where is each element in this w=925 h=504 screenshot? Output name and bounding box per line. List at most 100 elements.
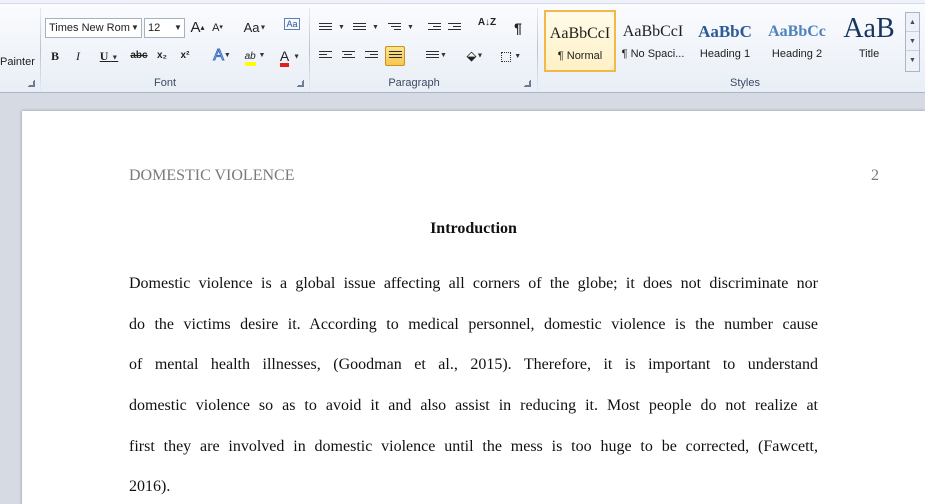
shading-button[interactable]: ⬙▼ bbox=[460, 46, 490, 66]
paragraph-line: first they are involved in domestic viol… bbox=[129, 438, 818, 455]
clipboard-dialog-launcher[interactable] bbox=[28, 80, 35, 87]
multilevel-list-button[interactable]: ▼ bbox=[385, 18, 415, 38]
style-preview: AaBbCcI bbox=[622, 23, 684, 40]
bold-label: B bbox=[50, 49, 59, 63]
border-icon bbox=[500, 51, 511, 62]
italic-label: I bbox=[76, 49, 80, 63]
show-formatting-marks-button[interactable]: ¶ bbox=[510, 18, 526, 38]
scroll-up-icon[interactable]: ▲ bbox=[906, 13, 919, 32]
paragraph-dialog-launcher[interactable] bbox=[524, 80, 531, 87]
group-separator bbox=[537, 8, 538, 92]
clear-formatting-icon: Aa bbox=[284, 18, 300, 30]
more-styles-icon[interactable]: ▼ bbox=[906, 51, 919, 70]
style-name: ¶ No Spaci... bbox=[621, 48, 685, 60]
paint-bucket-icon: ⬙ bbox=[466, 48, 477, 63]
paragraph-line: of mental health illnesses, (Goodman et … bbox=[129, 356, 818, 373]
font-group-label: Font bbox=[153, 77, 176, 89]
section-heading: Introduction bbox=[430, 220, 517, 237]
bullets-button[interactable]: ▼ bbox=[316, 18, 346, 38]
bullets-icon bbox=[319, 23, 332, 34]
numbering-button[interactable]: ▼ bbox=[350, 18, 380, 38]
italic-button[interactable]: I bbox=[71, 46, 85, 66]
increase-indent-button[interactable] bbox=[446, 18, 462, 38]
style-heading-1[interactable]: AaBbC Heading 1 bbox=[689, 10, 761, 72]
style-name: ¶ Normal bbox=[557, 50, 603, 62]
numbering-icon bbox=[353, 23, 366, 34]
line-spacing-icon bbox=[426, 51, 439, 62]
chevron-down-icon[interactable]: ▼ bbox=[129, 19, 141, 37]
style-title[interactable]: AaB Title bbox=[833, 10, 905, 72]
borders-button[interactable]: ▼ bbox=[496, 46, 526, 66]
decrease-indent-icon bbox=[428, 23, 441, 34]
font-family-combo[interactable]: Times New Rom ▼ bbox=[45, 18, 142, 38]
style-no-spacing[interactable]: AaBbCcI ¶ No Spaci... bbox=[617, 10, 689, 72]
clear-formatting-button[interactable]: Aa bbox=[283, 16, 301, 36]
style-preview: AaB bbox=[843, 13, 895, 44]
font-color-icon: A bbox=[279, 49, 290, 67]
align-left-icon bbox=[319, 51, 332, 62]
style-name: Heading 1 bbox=[699, 48, 751, 60]
underline-label: U bbox=[99, 49, 109, 63]
font-family-value: Times New Rom bbox=[49, 22, 130, 34]
style-name: Title bbox=[858, 48, 880, 60]
document-area: DOMESTIC VIOLENCE 2 Introduction Domesti… bbox=[0, 94, 925, 504]
scroll-down-icon[interactable]: ▼ bbox=[906, 32, 919, 51]
styles-gallery[interactable]: AaBbCcI ¶ Normal AaBbCcI ¶ No Spaci... A… bbox=[541, 10, 904, 73]
group-separator bbox=[40, 8, 41, 92]
grow-font-button[interactable]: A▴ bbox=[189, 18, 206, 38]
ribbon: Painter Times New Rom ▼ 12 ▼ A▴ A▾ Aa▼ A… bbox=[0, 0, 925, 93]
font-dialog-launcher[interactable] bbox=[297, 80, 304, 87]
document-page[interactable]: DOMESTIC VIOLENCE 2 Introduction Domesti… bbox=[22, 111, 925, 504]
format-painter-label[interactable]: Painter bbox=[0, 56, 35, 68]
align-center-icon bbox=[342, 51, 355, 62]
running-head: DOMESTIC VIOLENCE bbox=[129, 167, 295, 184]
font-size-combo[interactable]: 12 ▼ bbox=[144, 18, 185, 38]
shrink-font-button[interactable]: A▾ bbox=[209, 18, 226, 38]
strikethrough-button[interactable]: abc bbox=[129, 46, 149, 66]
highlight-icon: ab bbox=[244, 50, 256, 66]
text-effects-icon: A bbox=[213, 47, 225, 65]
text-effects-button[interactable]: A▼ bbox=[207, 46, 237, 66]
decrease-indent-button[interactable] bbox=[426, 18, 442, 38]
change-case-button[interactable]: Aa▼ bbox=[241, 18, 269, 38]
style-preview: AaBbCcI bbox=[549, 25, 611, 42]
align-left-button[interactable] bbox=[317, 46, 333, 66]
justify-icon bbox=[389, 51, 402, 62]
chevron-down-icon[interactable]: ▼ bbox=[172, 19, 184, 37]
ribbon-top-strip bbox=[0, 0, 925, 4]
style-preview: AaBbC bbox=[698, 22, 752, 41]
paragraph-line: domestic violence so as to avoid it and … bbox=[129, 397, 818, 414]
styles-group-label: Styles bbox=[730, 77, 760, 89]
subscript-label: x₂ bbox=[156, 50, 167, 61]
paragraph-line: do the victims desire it. According to m… bbox=[129, 316, 818, 333]
style-name: Heading 2 bbox=[771, 48, 823, 60]
align-center-button[interactable] bbox=[340, 46, 356, 66]
superscript-button[interactable]: x² bbox=[177, 46, 193, 66]
line-spacing-button[interactable]: ▼ bbox=[420, 46, 448, 66]
styles-gallery-scroll[interactable]: ▲ ▼ ▼ bbox=[905, 12, 920, 72]
paragraph-line: Domestic violence is a global issue affe… bbox=[129, 275, 818, 292]
align-right-button[interactable] bbox=[363, 46, 379, 66]
highlight-button[interactable]: ab ▼ bbox=[240, 46, 270, 66]
page-number: 2 bbox=[871, 167, 879, 184]
change-case-label: Aa bbox=[243, 20, 260, 35]
group-separator bbox=[309, 8, 310, 92]
increase-indent-icon bbox=[448, 23, 461, 34]
style-normal[interactable]: AaBbCcI ¶ Normal bbox=[544, 10, 616, 72]
underline-button[interactable]: U ▼ bbox=[92, 46, 126, 66]
paragraph-line: 2016). bbox=[129, 478, 171, 495]
paragraph-group-label: Paragraph bbox=[388, 77, 440, 89]
font-size-value: 12 bbox=[148, 22, 161, 34]
bold-button[interactable]: B bbox=[47, 46, 63, 66]
pilcrow-icon: ¶ bbox=[514, 20, 522, 36]
style-heading-2[interactable]: AaBbCc Heading 2 bbox=[761, 10, 833, 72]
align-right-icon bbox=[365, 51, 378, 62]
style-preview: AaBbCc bbox=[768, 23, 826, 40]
sort-button[interactable]: A↓Z bbox=[476, 16, 498, 36]
multilevel-list-icon bbox=[388, 23, 401, 34]
sort-icon: A↓Z bbox=[477, 17, 497, 28]
subscript-button[interactable]: x₂ bbox=[154, 46, 170, 66]
font-color-button[interactable]: A ▼ bbox=[275, 46, 305, 67]
strikethrough-label: abc bbox=[130, 50, 148, 61]
justify-button[interactable] bbox=[385, 46, 405, 66]
